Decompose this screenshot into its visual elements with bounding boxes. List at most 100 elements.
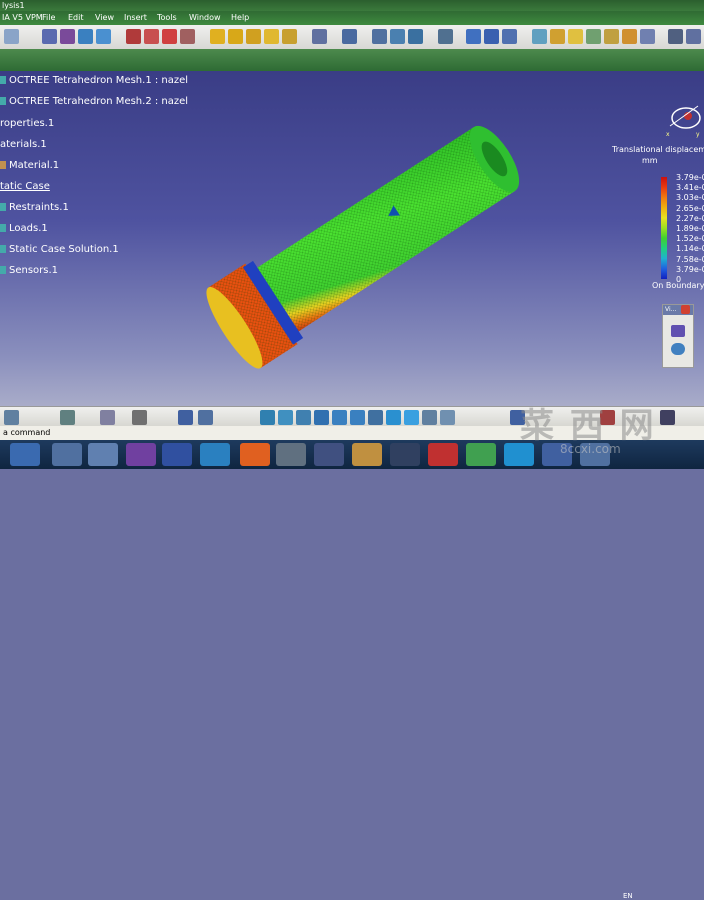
table-icon[interactable]	[178, 410, 193, 425]
fit-all-icon[interactable]	[278, 410, 293, 425]
zoom-out-icon[interactable]	[350, 410, 365, 425]
tree-item[interactable]: roperties.1	[0, 118, 54, 129]
result-icon[interactable]	[640, 29, 655, 44]
pan-icon[interactable]	[296, 410, 311, 425]
sensor-icon[interactable]	[484, 29, 499, 44]
compass-axis-x: x	[666, 131, 670, 138]
menu-file[interactable]: File	[42, 11, 55, 25]
3d-viewport[interactable]: OCTREE Tetrahedron Mesh.1 : nazel OCTREE…	[0, 71, 704, 406]
restraint-icon[interactable]	[228, 29, 243, 44]
legend-value: 2.65e-0	[676, 203, 704, 213]
compass-axis-y: y	[696, 131, 700, 138]
view-icon[interactable]	[671, 343, 685, 355]
restraint-icon[interactable]	[282, 29, 297, 44]
tree-item[interactable]: Sensors.1	[0, 265, 58, 276]
tool-icon[interactable]	[660, 410, 675, 425]
legend-value: 2.27e-0	[676, 213, 704, 223]
compass-icon[interactable]: x y	[664, 98, 704, 138]
fly-icon[interactable]	[260, 410, 275, 425]
mesh-icon[interactable]	[42, 29, 57, 44]
tree-item[interactable]: Material.1	[0, 160, 59, 171]
tool-icon[interactable]	[60, 410, 75, 425]
result-icon[interactable]	[568, 29, 583, 44]
tree-item[interactable]: Loads.1	[0, 223, 48, 234]
taskbar-app-icon[interactable]	[52, 443, 82, 466]
mesh-icon[interactable]	[78, 29, 93, 44]
image-icon[interactable]	[438, 29, 453, 44]
menu-help[interactable]: Help	[231, 11, 249, 25]
rotate-icon[interactable]	[314, 410, 329, 425]
result-icon[interactable]	[622, 29, 637, 44]
tree-item[interactable]: Static Case Solution.1	[0, 244, 119, 255]
view-icon[interactable]	[671, 325, 685, 337]
taskbar-app-icon[interactable]	[466, 443, 496, 466]
formula-icon[interactable]	[132, 410, 147, 425]
taskbar-app-icon[interactable]	[352, 443, 382, 466]
restraint-icon[interactable]	[264, 29, 279, 44]
zoom-in-icon[interactable]	[332, 410, 347, 425]
result-icon[interactable]	[550, 29, 565, 44]
language-indicator[interactable]: EN	[623, 892, 633, 900]
tree-item[interactable]: Restraints.1	[0, 202, 69, 213]
tree-item[interactable]: OCTREE Tetrahedron Mesh.1 : nazel	[0, 75, 188, 86]
result-icon[interactable]	[604, 29, 619, 44]
material-icon[interactable]	[144, 29, 159, 44]
start-icon[interactable]	[10, 443, 40, 466]
help-icon[interactable]	[100, 410, 115, 425]
material-icon[interactable]	[126, 29, 141, 44]
swap-icon[interactable]	[440, 410, 455, 425]
legend-footer: On Boundary	[652, 281, 704, 290]
legend-value: 1.14e-0	[676, 244, 704, 254]
normal-view-icon[interactable]	[368, 410, 383, 425]
restraint-icon[interactable]	[246, 29, 261, 44]
menu-window[interactable]: Window	[189, 11, 221, 25]
taskbar-app-icon[interactable]	[162, 443, 192, 466]
mesh-icon	[0, 97, 6, 105]
command-input[interactable]: a command	[3, 428, 50, 437]
analysis-icon[interactable]	[390, 29, 405, 44]
load-icon[interactable]	[312, 29, 327, 44]
close-icon[interactable]	[681, 305, 690, 314]
taskbar-app-icon[interactable]	[126, 443, 156, 466]
iso-view-icon[interactable]	[386, 410, 401, 425]
hide-show-icon[interactable]	[422, 410, 437, 425]
mesh-icon[interactable]	[60, 29, 75, 44]
tool-icon[interactable]	[686, 29, 701, 44]
solidworks-icon[interactable]	[428, 443, 458, 466]
taskbar-app-icon[interactable]	[390, 443, 420, 466]
restraint-icon[interactable]	[210, 29, 225, 44]
analysis-icon[interactable]	[408, 29, 423, 44]
tool-icon[interactable]	[668, 29, 683, 44]
view-panel: Vi...	[662, 304, 694, 368]
sensor-icon[interactable]	[466, 29, 481, 44]
window-title: lysis1	[2, 1, 25, 10]
sensor-icon[interactable]	[502, 29, 517, 44]
tool-icon[interactable]	[4, 410, 19, 425]
material-icon[interactable]	[180, 29, 195, 44]
app-name: IA V5 VPM	[2, 13, 43, 22]
tree-item-static-case[interactable]: tatic Case	[0, 181, 50, 192]
tree-item[interactable]: aterials.1	[0, 139, 47, 150]
material-icon[interactable]	[162, 29, 177, 44]
legend-value: 3.79e-0	[676, 173, 704, 182]
taskbar-app-icon[interactable]	[314, 443, 344, 466]
toolbar-icon[interactable]	[4, 29, 19, 44]
firefox-icon[interactable]	[240, 443, 270, 466]
menu-tools[interactable]: Tools	[157, 11, 177, 25]
taskbar-app-icon[interactable]	[276, 443, 306, 466]
browser-icon[interactable]	[200, 443, 230, 466]
mesh-model	[206, 125, 520, 369]
compute-icon[interactable]	[342, 29, 357, 44]
menu-insert[interactable]: Insert	[124, 11, 147, 25]
tree-item[interactable]: OCTREE Tetrahedron Mesh.2 : nazel	[0, 96, 188, 107]
shading-icon[interactable]	[404, 410, 419, 425]
mesh-icon[interactable]	[96, 29, 111, 44]
result-icon[interactable]	[532, 29, 547, 44]
tool-icon[interactable]	[198, 410, 213, 425]
menu-view[interactable]: View	[95, 11, 114, 25]
taskbar-app-icon[interactable]	[88, 443, 118, 466]
menu-edit[interactable]: Edit	[68, 11, 84, 25]
result-icon[interactable]	[586, 29, 601, 44]
analysis-icon[interactable]	[372, 29, 387, 44]
solution-icon	[0, 245, 6, 253]
